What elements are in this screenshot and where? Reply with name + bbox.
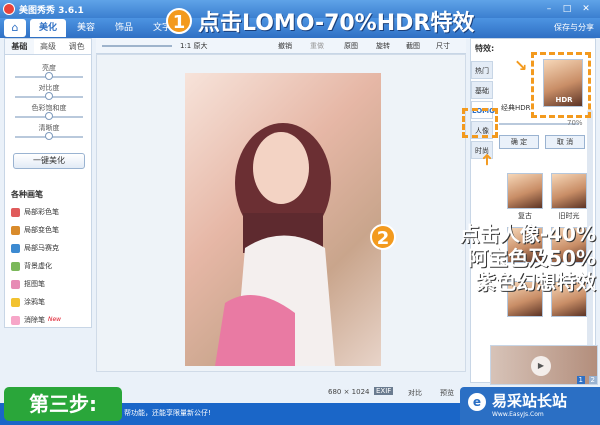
- slider-sharpness[interactable]: 清晰度: [5, 123, 91, 143]
- step2-line: 紫色幻想特效: [476, 270, 596, 294]
- brush-label: 局部彩色笔: [24, 208, 59, 216]
- tab-label: 热门: [475, 67, 489, 75]
- one-key-beautify-button[interactable]: 一键美化: [13, 153, 85, 169]
- brush-item[interactable]: 抠图笔: [11, 277, 45, 291]
- brush-label: 局部马赛克: [24, 244, 59, 252]
- effect-thumb[interactable]: [551, 173, 587, 209]
- size-button[interactable]: 尺寸: [436, 40, 450, 52]
- brush-icon: [11, 225, 20, 235]
- step1-number: 1: [166, 8, 192, 34]
- compare-button[interactable]: 对比: [408, 388, 422, 398]
- preview-button[interactable]: 预览: [440, 388, 454, 398]
- slider-brightness[interactable]: 亮度: [5, 63, 91, 83]
- effect-label: 复古: [518, 212, 532, 220]
- site-url: Www.EasyJs.Com: [492, 411, 544, 418]
- arrow-to-hdr-icon: ↘: [514, 56, 528, 75]
- tab-shipin[interactable]: 饰品: [106, 19, 142, 37]
- brush-label: 抠图笔: [24, 280, 45, 288]
- slider-knob[interactable]: [45, 132, 53, 140]
- highlight-hdr: [531, 52, 591, 118]
- brushes-title: 各种画笔: [11, 190, 43, 199]
- brush-icon: [11, 315, 20, 325]
- brush-icon: [11, 297, 20, 307]
- subtab-advanced[interactable]: 高级: [34, 39, 63, 54]
- brush-label: 背景虚化: [24, 262, 52, 270]
- save-share-button[interactable]: 保存与分享: [554, 22, 594, 33]
- effect-classic-hdr-label: 经典HDR: [501, 104, 531, 112]
- slider-knob[interactable]: [45, 72, 53, 80]
- tab-meirong[interactable]: 美容: [68, 19, 104, 37]
- site-logo-icon: e: [468, 393, 486, 411]
- step2-text: 点击人像-40% 阿宝色及50% 紫色幻想特效: [366, 222, 596, 294]
- brush-item[interactable]: 涂鸦笔: [11, 295, 45, 309]
- pager-1[interactable]: 1: [576, 376, 585, 384]
- effect-label: 旧时光: [558, 212, 580, 220]
- effect-percent: 70%: [567, 119, 583, 127]
- app-logo-icon: [3, 3, 15, 15]
- site-name: 易采站长站: [492, 392, 568, 410]
- arrow-to-portrait-icon: ➜: [477, 152, 497, 167]
- brush-item[interactable]: 局部马赛克: [11, 241, 59, 255]
- highlight-portrait-tab: [462, 108, 498, 138]
- tab-basic[interactable]: 基础: [471, 81, 493, 99]
- canvas-footer: 680 × 1024 EXIF 对比 预览: [96, 386, 466, 400]
- crop-button[interactable]: 截图: [406, 40, 420, 52]
- site-watermark: e 易采站长站 Www.EasyJs.Com: [460, 387, 600, 425]
- zoom-slider[interactable]: [102, 45, 172, 47]
- image-toolbar: 1:1 原大 撤销 重做 原图 旋转 截图 尺寸: [96, 38, 466, 54]
- slider-contrast[interactable]: 对比度: [5, 83, 91, 103]
- close-icon[interactable]: ✕: [577, 2, 595, 16]
- brush-icon: [11, 261, 20, 271]
- one-key-label: 一键美化: [33, 156, 65, 165]
- image-dimensions: 680 × 1024: [328, 388, 370, 396]
- step1-text: 点击LOMO-70%HDR特效: [198, 11, 475, 36]
- confirm-button[interactable]: 确 定: [499, 135, 539, 149]
- tab-meihua[interactable]: 美化: [30, 19, 66, 37]
- slider-saturation[interactable]: 色彩饱和度: [5, 103, 91, 123]
- tab-hot[interactable]: 热门: [471, 61, 493, 79]
- status-text: 帮功能，还能享限量新公仔!: [124, 409, 211, 417]
- subtab-color[interactable]: 调色: [62, 39, 91, 54]
- edited-photo: [185, 73, 381, 366]
- zoom-label: 1:1 原大: [180, 42, 208, 50]
- brush-label: 涂鸦笔: [24, 298, 45, 306]
- rotate-button[interactable]: 旋转: [376, 40, 390, 52]
- portrait-illustration: [215, 123, 335, 366]
- effects-title: 特效:: [475, 44, 495, 53]
- home-icon[interactable]: ⌂: [4, 19, 26, 37]
- brush-icon: [11, 243, 20, 253]
- app-title: 美图秀秀 3.6.1: [19, 6, 84, 16]
- tab-label: 基础: [475, 87, 489, 95]
- brush-icon: [11, 207, 20, 217]
- undo-button[interactable]: 撤销: [278, 40, 292, 52]
- image-canvas: [96, 54, 466, 372]
- new-tag: New: [48, 316, 62, 323]
- redo-button[interactable]: 重做: [310, 40, 324, 52]
- brush-item[interactable]: 消除笔 New: [11, 313, 61, 327]
- original-button[interactable]: 原图: [344, 40, 358, 52]
- brush-icon: [11, 279, 20, 289]
- step2-line: 阿宝色及50%: [468, 246, 596, 270]
- minimize-icon[interactable]: –: [540, 2, 558, 16]
- step3-badge: 第三步:: [4, 387, 122, 421]
- brush-item[interactable]: 局部变色笔: [11, 223, 59, 237]
- cancel-button[interactable]: 取 消: [545, 135, 585, 149]
- video-thumb[interactable]: ▶ 1 2: [490, 345, 598, 385]
- effect-thumb[interactable]: [507, 173, 543, 209]
- subtab-basic[interactable]: 基础: [5, 39, 34, 54]
- left-panel: 基础 高级 调色 亮度 对比度 色彩饱和度 清晰度 一键美化 各种画笔 局部彩色…: [4, 38, 92, 328]
- slider-knob[interactable]: [45, 112, 53, 120]
- pager-2[interactable]: 2: [588, 376, 597, 384]
- brush-item[interactable]: 背景虚化: [11, 259, 52, 273]
- play-icon[interactable]: ▶: [531, 356, 551, 376]
- step2-line: 点击人像-40%: [459, 222, 596, 246]
- brush-label: 局部变色笔: [24, 226, 59, 234]
- slider-knob[interactable]: [45, 92, 53, 100]
- brush-item[interactable]: 局部彩色笔: [11, 205, 59, 219]
- exif-button[interactable]: EXIF: [374, 387, 394, 395]
- maximize-icon[interactable]: □: [558, 2, 576, 16]
- brush-label: 消除笔: [24, 316, 45, 324]
